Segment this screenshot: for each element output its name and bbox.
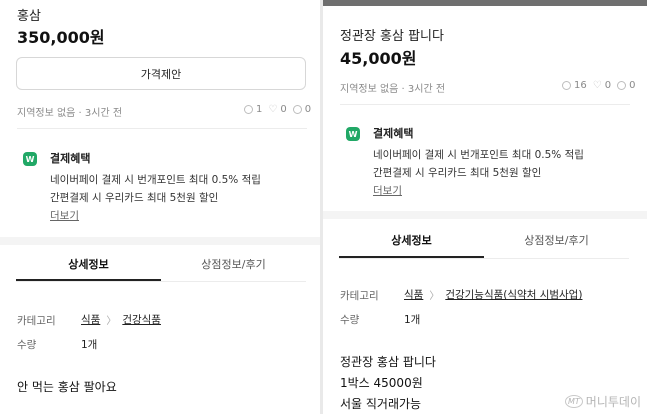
category-breadcrumb: 식품 〉 건강기능식품(식약처 시범사업)	[404, 287, 582, 302]
category-food[interactable]: 식품	[404, 287, 423, 302]
divider	[17, 128, 307, 129]
chat-count: 0	[629, 80, 636, 91]
benefit-title: 결제혜택	[50, 152, 91, 165]
watermark-text: 머니투데이	[585, 395, 641, 409]
category-food[interactable]: 식품	[81, 312, 100, 327]
tab-divider	[16, 281, 306, 282]
description-line-1: 정관장 홍삼 팝니다	[340, 355, 436, 369]
benefit-line-2: 간편결제 시 우리카드 최대 5천원 할인	[50, 192, 219, 204]
section-band	[323, 211, 647, 219]
chat-icon	[292, 105, 302, 114]
description-line-2: 1박스 45000원	[340, 376, 423, 390]
watermark: MT 머니투데이	[565, 393, 641, 410]
benefit-title: 결제혜택	[373, 127, 414, 140]
quantity-value: 1개	[81, 339, 98, 351]
heart-icon: ♡	[268, 104, 278, 115]
tab-details[interactable]: 상세정보	[16, 256, 161, 272]
price-offer-button[interactable]: 가격제안	[16, 57, 306, 90]
category-label: 카테고리	[17, 315, 56, 327]
like-count: 0	[280, 104, 287, 115]
section-band	[0, 237, 320, 245]
description-line-3: 서울 직거래가능	[340, 397, 422, 411]
view-count: 16	[574, 80, 587, 91]
listing-meta: 지역정보 없음 · 3시간 전	[17, 108, 123, 119]
chevron-right-icon: 〉	[106, 316, 117, 327]
listing-meta: 지역정보 없음 · 3시간 전	[340, 84, 446, 95]
top-image-strip	[323, 0, 647, 6]
more-link[interactable]: 더보기	[50, 208, 79, 223]
quantity-label: 수량	[17, 339, 37, 351]
left-listing-panel: 홍삼 350,000원 가격제안 지역정보 없음 · 3시간 전 1 ♡ 0 0…	[0, 0, 320, 414]
benefit-line-2: 간편결제 시 우리카드 최대 5천원 할인	[373, 167, 542, 179]
like-count: 0	[604, 80, 612, 91]
tab-store-reviews[interactable]: 상점정보/후기	[484, 232, 629, 248]
divider	[340, 104, 630, 105]
naverpay-icon: W	[23, 152, 37, 166]
naverpay-icon: W	[346, 127, 360, 141]
quantity-value: 1개	[404, 314, 421, 326]
category-label: 카테고리	[340, 290, 379, 302]
product-title: 정관장 홍삼 팝니다	[340, 29, 444, 44]
quantity-label: 수량	[340, 314, 360, 326]
heart-icon: ♡	[592, 80, 602, 91]
product-price: 350,000원	[17, 28, 105, 47]
tab-store-reviews[interactable]: 상점정보/후기	[161, 256, 306, 272]
right-listing-panel: 정관장 홍삼 팝니다 45,000원 지역정보 없음 · 3시간 전 16 ♡ …	[323, 0, 647, 414]
listing-stats: 1 ♡ 0 0	[244, 104, 311, 115]
chat-icon	[617, 81, 627, 90]
product-title: 홍삼	[17, 9, 41, 24]
tab-details[interactable]: 상세정보	[339, 232, 484, 248]
more-link[interactable]: 더보기	[373, 183, 402, 198]
category-breadcrumb: 식품 〉 건강식품	[81, 312, 161, 327]
chevron-right-icon: 〉	[429, 291, 440, 302]
listing-stats: 16 ♡ 0 0	[562, 80, 635, 91]
view-icon	[244, 105, 253, 114]
product-description: 안 먹는 홍삼 팔아요	[17, 380, 117, 394]
category-health-functional-food[interactable]: 건강기능식품(식약처 시범사업)	[445, 287, 582, 302]
view-count: 1	[256, 104, 263, 115]
category-health-food[interactable]: 건강식품	[122, 312, 161, 327]
chat-count: 0	[304, 104, 312, 115]
product-price: 45,000원	[340, 49, 417, 68]
view-icon	[562, 81, 571, 90]
benefit-line-1: 네이버페이 결제 시 번개포인트 최대 0.5% 적립	[373, 149, 584, 161]
mt-logo-icon: MT	[565, 395, 583, 408]
benefit-line-1: 네이버페이 결제 시 번개포인트 최대 0.5% 적립	[50, 174, 261, 186]
tab-divider	[339, 258, 629, 259]
